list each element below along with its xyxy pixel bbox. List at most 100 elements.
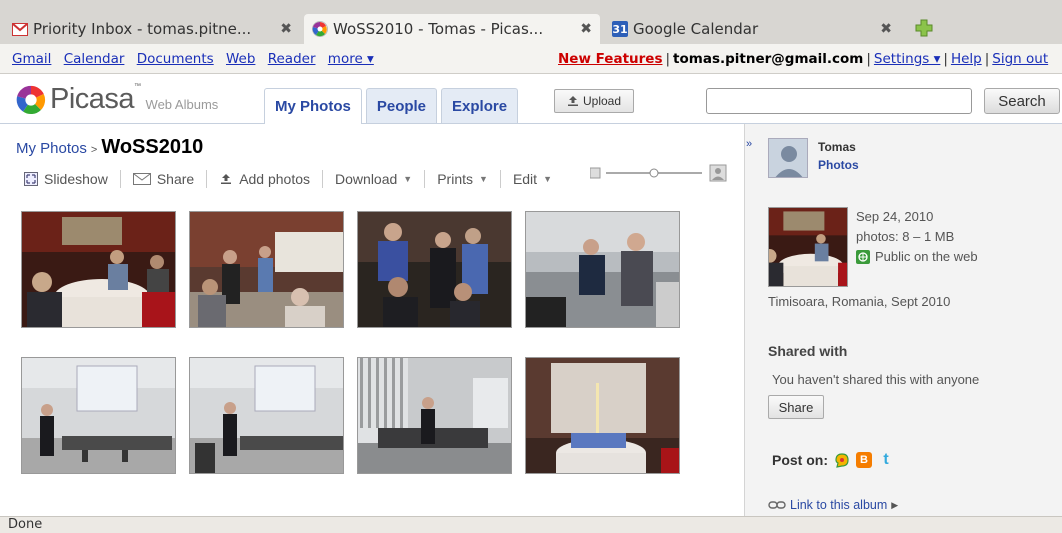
share-label: Share [156,171,195,187]
close-tab-icon[interactable]: ✖ [880,21,892,37]
gbar-link-reader[interactable]: Reader [268,51,316,67]
photo-thumbnail[interactable] [357,357,512,474]
picasa-logo-word: Picasa™ [50,83,141,115]
breadcrumb-separator: > [90,144,98,156]
shared-with-heading: Shared with [768,343,848,359]
owner-photos-link[interactable]: Photos [818,158,859,172]
search-input[interactable] [706,88,972,114]
download-menu[interactable]: Download ▼ [335,171,412,187]
picasa-icon [312,21,328,37]
new-tab-icon[interactable] [914,18,934,38]
tab-people[interactable]: People [365,88,438,123]
upload-icon [219,172,233,186]
album-photos-info: photos: 8 – 1 MB [856,229,955,244]
gmail-icon [12,21,28,37]
toolbar-divider [119,170,121,188]
upload-button[interactable]: Upload [554,89,634,113]
browser-tab-title: Google Calendar [633,20,759,38]
tab-explore[interactable]: Explore [441,88,519,123]
photo-thumbnail[interactable] [525,357,680,474]
sign-out-link[interactable]: Sign out [992,51,1048,67]
browser-tab-strip: Priority Inbox - tomas.pitne... ✖ WoSS20… [0,0,1062,44]
blogger-icon[interactable]: B [856,452,872,468]
breadcrumb: My Photos > WoSS2010 [16,136,203,159]
thumbnail-size-slider[interactable] [590,164,736,184]
gbar-link-documents[interactable]: Documents [137,51,214,67]
photo-thumbnail[interactable] [21,357,176,474]
photo-thumbnail[interactable] [189,357,344,474]
download-label: Download [335,171,398,187]
breadcrumb-my-photos[interactable]: My Photos [16,140,87,157]
toolbar-divider [499,170,501,188]
album-title: WoSS2010 [101,136,204,158]
calendar-icon: 31 [612,21,628,37]
gbar-link-gmail[interactable]: Gmail [12,51,51,67]
twitter-icon[interactable]: t [878,451,894,468]
tab-my-photos[interactable]: My Photos [264,88,362,124]
share-button[interactable]: Share [132,171,195,187]
photo-thumbnail[interactable] [189,211,344,328]
upload-icon [567,96,578,106]
panel-share-button[interactable]: Share [768,395,824,419]
close-tab-icon[interactable]: ✖ [280,21,292,37]
album-visibility: Public on the web [856,249,978,264]
album-cover[interactable] [768,207,848,287]
google-bar-account: New Features | tomas.pitner@gmail.com | Sett… [558,51,1049,67]
photo-thumbnail[interactable] [357,211,512,328]
search-button[interactable]: Search [984,88,1060,114]
browser-tab-picasa[interactable]: WoSS2010 - Tomas - Picas... ✖ [304,14,600,44]
post-on-row: Post on: B t [772,451,894,468]
toolbar-divider [322,170,324,188]
link-icon [768,501,786,509]
add-photos-label: Add photos [239,171,311,187]
link-to-album-label: Link to this album [790,498,888,512]
prints-label: Prints [437,171,474,187]
small-size-icon [590,167,601,179]
edit-label: Edit [512,171,538,187]
picasa-logo-icon [16,85,46,114]
visibility-label: Public on the web [875,249,978,264]
google-bar: Gmail Calendar Documents Web Reader more… [0,44,1062,74]
upload-label: Upload [582,94,622,108]
avatar[interactable] [768,138,808,178]
browser-tab-title: WoSS2010 - Tomas - Picas... [333,20,544,38]
link-to-album[interactable]: Link to this album ▶ [768,498,898,512]
album-date: Sep 24, 2010 [856,209,934,224]
shared-with-text: You haven't shared this with anyone [772,372,980,387]
settings-link[interactable]: Settings ▾ [874,51,940,67]
slideshow-button[interactable]: Slideshow [24,171,108,187]
account-email: tomas.pitner@gmail.com [673,51,864,67]
browser-status-bar: Done [0,516,1062,533]
close-tab-icon[interactable]: ✖ [580,21,592,37]
slideshow-icon [24,172,38,186]
help-link[interactable]: Help [951,51,982,67]
gbar-link-more[interactable]: more ▾ [328,51,374,67]
post-on-label: Post on: [772,452,828,468]
slider-handle [649,168,659,178]
chevron-down-icon: ▼ [543,174,552,184]
google-bar-apps: Gmail Calendar Documents Web Reader more… [12,51,382,67]
buzz-icon[interactable] [834,452,850,468]
browser-tab-gmail[interactable]: Priority Inbox - tomas.pitne... ✖ [4,14,300,44]
chevron-right-icon: ▶ [891,499,899,510]
photo-thumbnail[interactable] [21,211,176,328]
gbar-link-web[interactable]: Web [226,51,255,67]
new-features-link[interactable]: New Features [558,51,662,67]
chevron-down-icon: ▼ [403,174,413,184]
album-description: Timisoara, Romania, Sept 2010 [768,294,951,309]
slideshow-label: Slideshow [44,171,108,187]
toolbar-divider [206,170,208,188]
prints-menu[interactable]: Prints ▼ [437,171,488,187]
album-toolbar: Slideshow Share Add photos Download ▼ Pri… [24,168,552,190]
picasa-logo-subtitle: Web Albums [145,97,219,112]
toolbar-divider [424,170,426,188]
panel-divider [744,124,745,516]
edit-menu[interactable]: Edit ▼ [513,171,552,187]
browser-tab-calendar[interactable]: 31 Google Calendar ✖ [604,14,900,44]
picasa-logo[interactable]: Picasa™ Web Albums [16,83,218,116]
gbar-link-calendar[interactable]: Calendar [64,51,125,67]
photo-thumbnail[interactable] [525,211,680,328]
envelope-icon [132,172,151,186]
add-photos-button[interactable]: Add photos [219,171,310,187]
collapse-panel-icon[interactable]: » [746,138,752,150]
